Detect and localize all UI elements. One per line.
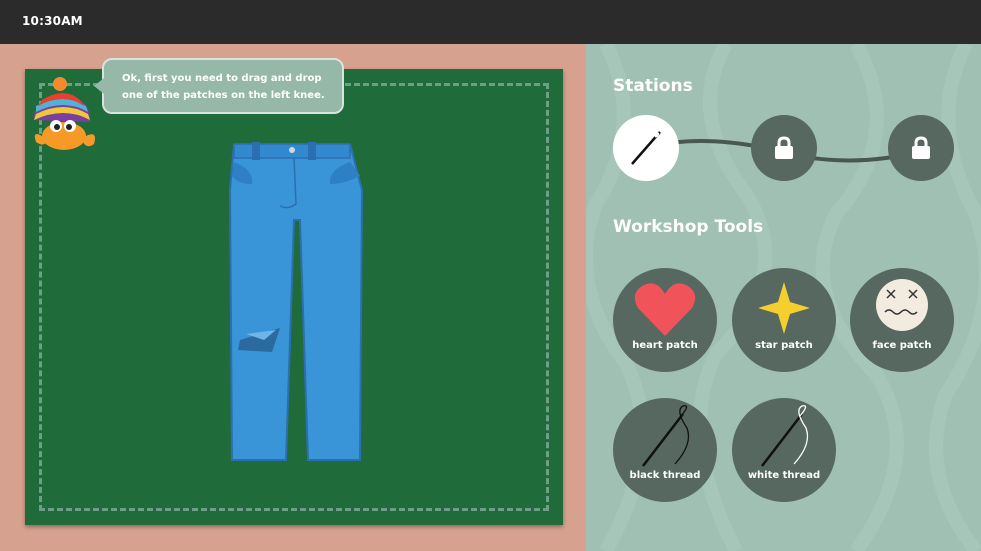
white-thread-icon xyxy=(761,405,809,467)
tool-label: star patch xyxy=(755,340,813,351)
jeans-garment[interactable] xyxy=(224,140,374,470)
face-patch-icon xyxy=(876,279,928,331)
status-bar: 10:30AM xyxy=(0,0,981,44)
workshop-tools-heading: Workshop Tools xyxy=(613,217,764,237)
lock-icon xyxy=(775,136,793,159)
lock-icon xyxy=(912,136,930,159)
tool-label: face patch xyxy=(872,340,932,351)
speech-bubble: Ok, first you need to drag and drop one … xyxy=(94,58,344,114)
needle-icon xyxy=(631,131,661,165)
heart-patch-icon xyxy=(634,283,696,336)
tool-label: white thread xyxy=(747,470,821,481)
heart-patch-tool[interactable]: heart patch xyxy=(613,268,717,372)
speech-bubble-tail xyxy=(94,78,104,94)
instruction-text: Ok, first you need to drag and drop one … xyxy=(122,73,325,101)
star-patch-tool[interactable]: star patch xyxy=(732,268,836,372)
workspace-panel: Ok, first you need to drag and drop one … xyxy=(0,44,586,551)
station-locked-1[interactable] xyxy=(751,115,817,181)
star-patch-icon xyxy=(758,282,810,334)
tool-label: heart patch xyxy=(632,340,698,351)
face-patch-tool[interactable]: face patch xyxy=(850,268,954,372)
tool-label: black thread xyxy=(629,470,701,481)
stations-heading: Stations xyxy=(613,76,693,96)
tools-panel: Stations Workshop Tools heart patch star xyxy=(586,44,981,551)
crab-mascot-icon xyxy=(33,77,95,150)
station-locked-2[interactable] xyxy=(888,115,954,181)
white-thread-tool[interactable]: white thread xyxy=(732,398,836,502)
clock: 10:30AM xyxy=(22,14,83,28)
station-needle[interactable] xyxy=(613,115,679,181)
black-thread-tool[interactable]: black thread xyxy=(613,398,717,502)
black-thread-icon xyxy=(642,405,690,467)
